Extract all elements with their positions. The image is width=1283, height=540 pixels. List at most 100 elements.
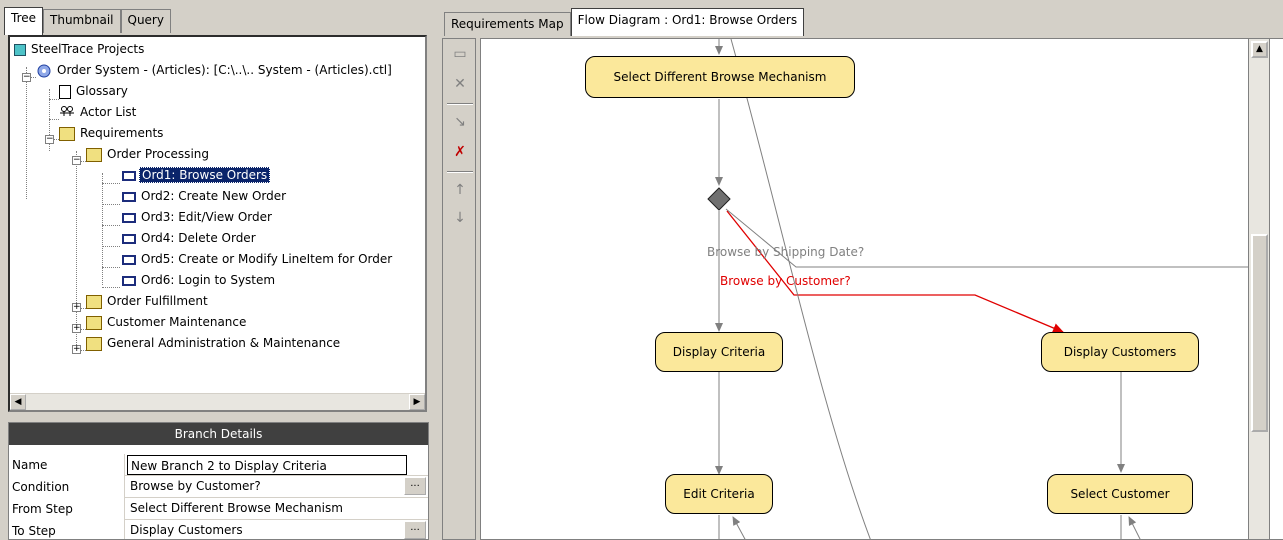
left-pane: Tree Thumbnail Query SteelTrace Projects… (0, 0, 434, 540)
edge-customer (726, 210, 1064, 333)
condition-browse-button[interactable]: ... (404, 477, 426, 495)
move-up-icon[interactable]: ↑ (449, 179, 471, 201)
tree-order-processing-label: Order Processing (107, 147, 209, 161)
edge-return-select (1128, 516, 1141, 539)
tree-item-ord5[interactable]: Ord5: Create or Modify LineItem for Orde… (122, 249, 394, 269)
node-select-browse-mechanism[interactable]: Select Different Browse Mechanism (585, 56, 855, 98)
property-row-to-step: To Step Display Customers ... (9, 520, 428, 539)
tab-tree[interactable]: Tree (4, 7, 44, 35)
tree-ord6-label: Ord6: Login to System (141, 273, 276, 287)
tree-actor-list-label: Actor List (80, 105, 137, 119)
tree-item-actor-list[interactable]: Actor List (59, 102, 138, 122)
tree-project[interactable]: Order System - (Articles): [C:\..\.. Sys… (36, 60, 394, 80)
node-edit-criteria[interactable]: Edit Criteria (665, 474, 773, 514)
condition-value[interactable]: Browse by Customer? (127, 476, 407, 496)
property-row-name: Name New Branch 2 to Display Criteria (9, 454, 428, 476)
requirement-icon (122, 191, 136, 202)
document-icon (59, 84, 71, 99)
tree-item-order-processing[interactable]: Order Processing (86, 144, 211, 164)
collapse-requirements-toggle[interactable]: − (45, 135, 54, 144)
tree-item-ord2[interactable]: Ord2: Create New Order (122, 186, 288, 206)
right-tab-strip: Requirements Map Flow Diagram : Ord1: Br… (444, 8, 805, 38)
tree-ord1-label: Ord1: Browse Orders (139, 167, 271, 183)
property-name-label: Name (9, 454, 125, 476)
edge-long-curve (730, 39, 871, 539)
add-step-icon[interactable]: ▭ (449, 43, 471, 65)
project-icon (36, 63, 52, 79)
tree-item-ord3[interactable]: Ord3: Edit/View Order (122, 207, 274, 227)
delete-branch-icon[interactable]: ✗ (449, 141, 471, 163)
requirement-icon (122, 254, 136, 265)
tree-item-order-fulfillment[interactable]: Order Fulfillment (86, 291, 210, 311)
projects-icon (14, 43, 26, 56)
diagram-vertical-scrollbar[interactable]: ▲ (1248, 38, 1270, 540)
tree-root-label: SteelTrace Projects (31, 42, 145, 56)
property-condition-label: Condition (9, 476, 125, 498)
requirement-icon (122, 275, 136, 286)
folder-icon (86, 294, 102, 309)
tree-general-admin-label: General Administration & Maintenance (107, 336, 341, 350)
tree-ord3-label: Ord3: Edit/View Order (141, 210, 272, 224)
tree-item-general-admin[interactable]: General Administration & Maintenance (86, 333, 342, 353)
tree-item-ord4[interactable]: Ord4: Delete Order (122, 228, 258, 248)
expand-customer-maintenance-toggle[interactable]: + (72, 324, 81, 333)
tree-item-requirements[interactable]: Requirements (59, 123, 165, 143)
tree-order-fulfillment-label: Order Fulfillment (107, 294, 208, 308)
property-to-step-label: To Step (9, 520, 125, 539)
to-step-value[interactable]: Display Customers (127, 520, 407, 539)
folder-icon (86, 336, 102, 351)
move-down-icon[interactable]: ↓ (449, 207, 471, 229)
expand-order-fulfillment-toggle[interactable]: + (72, 303, 81, 312)
tab-query[interactable]: Query (120, 9, 171, 33)
delete-step-icon[interactable]: ✕ (449, 73, 471, 95)
tree-item-glossary[interactable]: Glossary (59, 81, 130, 101)
tree-glossary-label: Glossary (76, 84, 128, 98)
expand-general-admin-toggle[interactable]: + (72, 345, 81, 354)
tree-ord4-label: Ord4: Delete Order (141, 231, 256, 245)
branch-name-field[interactable]: New Branch 2 to Display Criteria (127, 455, 407, 475)
tree-ord2-label: Ord2: Create New Order (141, 189, 287, 203)
scroll-left-button[interactable]: ◀ (10, 394, 26, 410)
left-tab-strip: Tree Thumbnail Query (4, 7, 171, 35)
decision-diamond (707, 187, 731, 211)
folder-icon (59, 126, 75, 141)
requirement-icon (122, 170, 136, 181)
tree-item-customer-maintenance[interactable]: Customer Maintenance (86, 312, 248, 332)
tree-item-ord1[interactable]: Ord1: Browse Orders (122, 165, 271, 185)
property-row-condition: Condition Browse by Customer? ... (9, 476, 428, 498)
folder-icon (86, 315, 102, 330)
tree-ord5-label: Ord5: Create or Modify LineItem for Orde… (141, 252, 393, 266)
tab-thumbnail[interactable]: Thumbnail (43, 9, 121, 33)
tab-requirements-map[interactable]: Requirements Map (444, 12, 571, 36)
property-from-step-label: From Step (9, 498, 125, 520)
collapse-project-toggle[interactable]: − (22, 73, 31, 82)
property-row-from-step: From Step Select Different Browse Mechan… (9, 498, 428, 520)
edge-return-edit (732, 516, 746, 539)
scroll-right-button[interactable]: ▶ (409, 394, 425, 410)
tree-item-ord6[interactable]: Ord6: Login to System (122, 270, 277, 290)
node-display-customers[interactable]: Display Customers (1041, 332, 1199, 372)
tree-horizontal-scrollbar[interactable]: ◀ ▶ (10, 393, 425, 410)
node-select-customer[interactable]: Select Customer (1047, 474, 1193, 514)
from-step-value[interactable]: Select Different Browse Mechanism (127, 498, 407, 518)
diagram-toolbar: ▭ ✕ ↘ ✗ ↑ ↓ (442, 38, 476, 540)
to-step-browse-button[interactable]: ... (404, 521, 426, 539)
tree-project-label: Order System - (Articles): [C:\..\.. Sys… (57, 63, 392, 77)
tab-flow-diagram[interactable]: Flow Diagram : Ord1: Browse Orders (570, 8, 805, 36)
project-tree[interactable]: SteelTrace Projects − Order System - (Ar… (8, 35, 427, 412)
collapse-order-processing-toggle[interactable]: − (72, 156, 81, 165)
branch-label-shipping-date[interactable]: Browse by Shipping Date? (707, 245, 864, 259)
requirement-icon (122, 212, 136, 223)
tree-customer-maintenance-label: Customer Maintenance (107, 315, 247, 329)
branch-details-panel: Branch Details Name New Branch 2 to Disp… (8, 422, 429, 540)
tree-requirements-label: Requirements (80, 126, 164, 140)
scroll-thumb[interactable] (1251, 234, 1268, 432)
flow-diagram-canvas[interactable]: Select Different Browse Mechanism Displa… (480, 38, 1283, 540)
scroll-up-button[interactable]: ▲ (1251, 41, 1268, 58)
branch-label-customer[interactable]: Browse by Customer? (720, 274, 851, 288)
branch-details-title: Branch Details (9, 423, 428, 445)
folder-icon (86, 147, 102, 162)
tree-root[interactable]: SteelTrace Projects (14, 39, 146, 59)
node-display-criteria[interactable]: Display Criteria (655, 332, 783, 372)
add-branch-icon[interactable]: ↘ (449, 111, 471, 133)
